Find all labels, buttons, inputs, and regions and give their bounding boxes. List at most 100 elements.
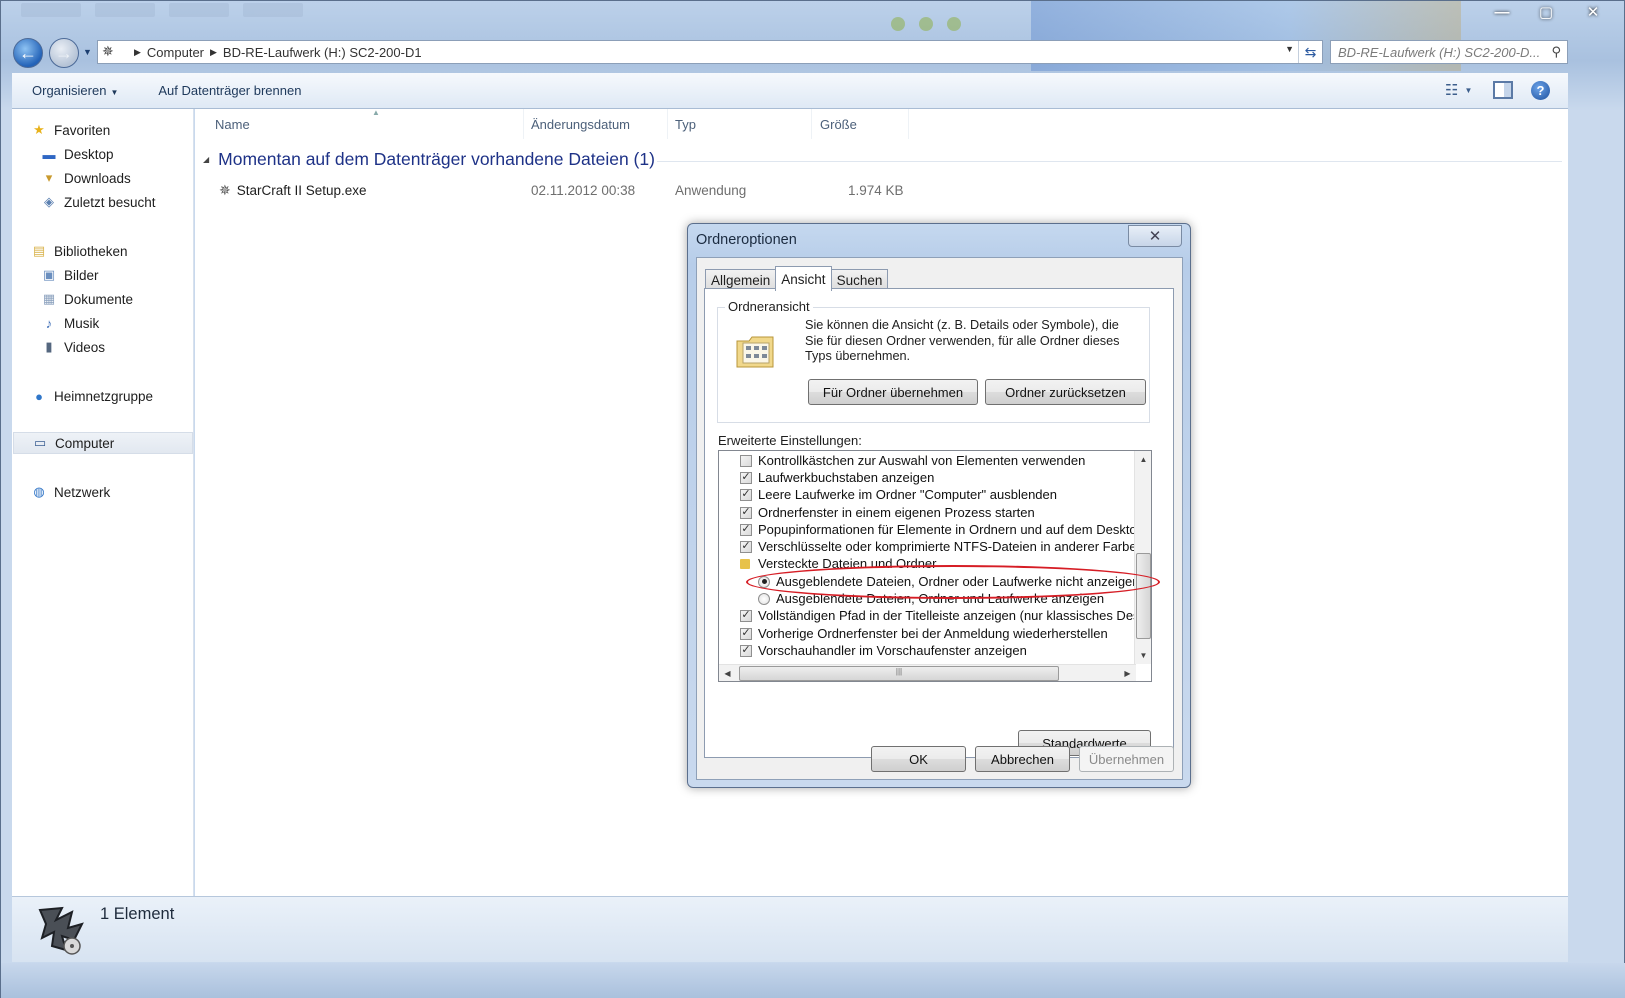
radio-button[interactable] xyxy=(758,592,770,605)
nav-downloads[interactable]: ▾ Downloads xyxy=(40,167,220,189)
column-header-size[interactable]: Größe xyxy=(812,109,909,139)
checkbox[interactable]: ✓ xyxy=(740,644,752,657)
checkbox[interactable]: ✓ xyxy=(740,488,752,501)
setting-item[interactable]: Ausgeblendete Dateien, Ordner und Laufwe… xyxy=(758,590,1104,607)
scroll-up-icon[interactable]: ▲ xyxy=(1135,451,1151,468)
setting-item[interactable]: ✓ Vorherige Ordnerfenster bei der Anmeldu… xyxy=(740,625,1108,642)
advanced-settings-list[interactable]: Kontrollkästchen zur Auswahl von Element… xyxy=(718,450,1152,682)
refresh-icon[interactable]: ⇆ xyxy=(1298,41,1322,63)
window-bottom-border xyxy=(1,963,1625,998)
breadcrumb-drive[interactable]: BD-RE-Laufwerk (H:) SC2-200-D1 xyxy=(223,45,422,60)
folder-icon xyxy=(740,558,750,569)
tab-search[interactable]: Suchen xyxy=(830,269,889,290)
file-size: 1.974 KB xyxy=(848,182,904,198)
breadcrumb-chevron-icon[interactable]: ▶ xyxy=(134,47,141,58)
network-icon: ◍ xyxy=(33,484,45,499)
scroll-down-icon[interactable]: ▼ xyxy=(1135,647,1151,664)
horizontal-scrollbar[interactable]: ◀ ||| ▶ xyxy=(719,664,1136,681)
scroll-thumb[interactable] xyxy=(1136,553,1151,639)
dialog-close-button[interactable]: ✕ xyxy=(1128,225,1182,247)
apply-button[interactable]: Übernehmen xyxy=(1079,746,1174,772)
search-input[interactable]: BD-RE-Laufwerk (H:) SC2-200-D... ⚲ xyxy=(1330,40,1568,64)
setting-item[interactable]: Kontrollkästchen zur Auswahl von Element… xyxy=(740,452,1085,469)
breadcrumb-chevron-icon[interactable]: ▶ xyxy=(210,47,217,58)
checkbox[interactable]: ✓ xyxy=(740,609,752,622)
exe-file-icon: ✵ xyxy=(219,181,231,198)
nav-homegroup[interactable]: ● Heimnetzgruppe xyxy=(30,385,210,407)
column-header-date[interactable]: Änderungsdatum xyxy=(523,109,668,139)
nav-computer[interactable]: ▭ Computer xyxy=(13,432,193,454)
setting-item[interactable]: ✓ Vorschauhandler im Vorschaufenster anze… xyxy=(740,642,1027,659)
forward-button[interactable]: → xyxy=(49,38,79,68)
folder-view-legend: Ordneransicht xyxy=(725,299,813,314)
radio-button[interactable] xyxy=(758,575,770,588)
address-bar[interactable]: ✵ ▶ Computer ▶ BD-RE-Laufwerk (H:) SC2-2… xyxy=(97,40,1323,64)
scroll-thumb[interactable]: ||| xyxy=(739,666,1059,681)
scroll-right-icon[interactable]: ▶ xyxy=(1119,665,1136,681)
breadcrumb-computer[interactable]: Computer xyxy=(147,45,204,60)
preview-pane-icon[interactable] xyxy=(1493,81,1513,99)
setting-item[interactable]: ✓ Popupinformationen für Elemente in Ordn… xyxy=(740,521,1144,538)
homegroup-icon: ● xyxy=(35,388,43,404)
pictures-icon: ▣ xyxy=(42,267,56,282)
nav-videos[interactable]: ▮ Videos xyxy=(40,336,220,358)
view-options-icon[interactable]: ☷ ▼ xyxy=(1445,80,1475,100)
nav-recent[interactable]: ◈ Zuletzt besucht xyxy=(40,191,220,213)
back-button[interactable]: ← xyxy=(13,38,43,68)
nav-network[interactable]: ◍ Netzwerk xyxy=(30,481,210,503)
folder-view-icon xyxy=(736,336,774,368)
dialog-title: Ordneroptionen xyxy=(696,232,797,248)
history-dropdown-icon[interactable]: ▼ xyxy=(83,47,92,57)
maximize-button[interactable]: ▢ xyxy=(1524,1,1568,23)
recent-places-icon: ◈ xyxy=(44,194,54,209)
burn-button[interactable]: Auf Datenträger brennen xyxy=(138,83,321,98)
nav-documents[interactable]: ▦ Dokumente xyxy=(40,288,220,310)
setting-item[interactable]: ✓ Leere Laufwerke im Ordner "Computer" au… xyxy=(740,486,1057,503)
cancel-button[interactable]: Abbrechen xyxy=(975,746,1070,772)
setting-item[interactable]: ✓ Vollständigen Pfad in der Titelleiste a… xyxy=(740,607,1151,624)
tab-general[interactable]: Allgemein xyxy=(705,269,777,290)
checkbox[interactable]: ✓ xyxy=(740,523,752,536)
table-row[interactable]: ✵ StarCraft II Setup.exe xyxy=(219,179,367,201)
apply-to-folders-button[interactable]: Für Ordner übernehmen xyxy=(808,379,978,405)
setting-item[interactable]: ✓ Ordnerfenster in einem eigenen Prozess … xyxy=(740,504,1035,521)
group-header[interactable]: ◢ Momentan auf dem Datenträger vorhandene… xyxy=(203,149,655,170)
search-icon[interactable]: ⚲ xyxy=(1551,44,1561,60)
starcraft-drive-icon xyxy=(38,906,84,955)
checkbox[interactable]: ✓ xyxy=(740,627,752,640)
setting-item[interactable]: ✓ Verschlüsselte oder komprimierte NTFS-D… xyxy=(740,538,1137,555)
nav-favorites[interactable]: ★ Favoriten xyxy=(30,119,210,141)
sort-arrow-icon: ▲ xyxy=(372,108,380,117)
nav-music[interactable]: ♪ Musik xyxy=(40,312,220,334)
setting-group: Versteckte Dateien und Ordner xyxy=(740,555,937,572)
nav-pictures[interactable]: ▣ Bilder xyxy=(40,264,220,286)
group-divider xyxy=(657,161,1562,162)
nav-libraries[interactable]: ▤ Bibliotheken xyxy=(30,240,210,262)
vertical-scrollbar[interactable]: ▲ ▼ xyxy=(1134,451,1151,664)
file-type: Anwendung xyxy=(675,182,747,198)
close-button[interactable]: ✕ xyxy=(1568,1,1618,23)
checkbox[interactable]: ✓ xyxy=(740,540,752,553)
help-icon[interactable]: ? xyxy=(1531,80,1550,100)
ok-button[interactable]: OK xyxy=(871,746,966,772)
collapse-icon[interactable]: ◢ xyxy=(203,155,209,164)
folder-options-dialog: Ordneroptionen ✕ Allgemein Ansicht Suche… xyxy=(687,223,1191,788)
desktop-icon: ▬ xyxy=(42,146,56,162)
minimize-button[interactable]: — xyxy=(1480,1,1524,23)
computer-icon: ▭ xyxy=(33,435,47,450)
checkbox[interactable] xyxy=(740,454,752,467)
title-bar-ghost xyxy=(21,3,441,25)
column-header-name[interactable]: Name ▲ xyxy=(207,108,524,139)
reset-folders-button[interactable]: Ordner zurücksetzen xyxy=(985,379,1146,405)
tab-view[interactable]: Ansicht xyxy=(775,266,832,291)
setting-item[interactable]: Ausgeblendete Dateien, Ordner oder Laufw… xyxy=(758,573,1140,590)
setting-item[interactable]: ✓ Laufwerkbuchstaben anzeigen xyxy=(740,469,934,486)
checkbox[interactable]: ✓ xyxy=(740,506,752,519)
checkbox[interactable]: ✓ xyxy=(740,471,752,484)
scroll-left-icon[interactable]: ◀ xyxy=(719,665,736,681)
address-dropdown-icon[interactable]: ▼ xyxy=(1285,44,1294,54)
organize-menu[interactable]: Organisieren ▼ xyxy=(12,83,138,98)
nav-desktop[interactable]: ▬ Desktop xyxy=(40,143,220,165)
column-header-type[interactable]: Typ xyxy=(667,109,812,139)
libraries-icon: ▤ xyxy=(32,243,46,258)
